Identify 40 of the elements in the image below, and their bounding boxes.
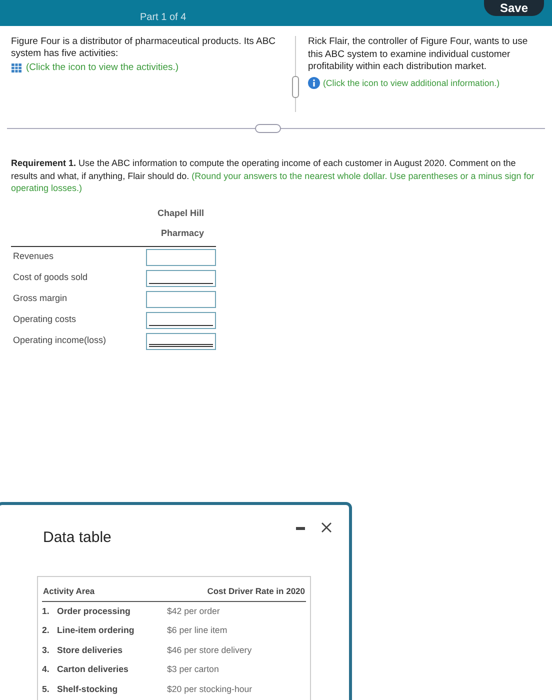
activity-name: Store deliveries	[57, 644, 124, 657]
part-indicator: Part 1 of 4	[140, 12, 186, 24]
cost-driver-rate: $42 per order	[167, 604, 220, 618]
requirement-text: Requirement 1. Use the ABC information to compute the operating income of each customer in August 2020. Comment on the results and what, if anything, Flair should do. (Round your answers to the nearest whole dollar. Use parentheses or a minus sign for operating losses.)	[11, 157, 536, 194]
row-number: 1.	[42, 604, 50, 618]
close-icon[interactable]	[321, 522, 332, 533]
pane-resize-handle[interactable]	[292, 76, 299, 98]
save-button[interactable]: Save	[484, 0, 544, 16]
column-header: Chapel Hill	[157, 206, 204, 220]
answer-box[interactable]	[146, 312, 216, 328]
row-label: Operating costs	[12, 313, 76, 326]
row-number: 3.	[42, 644, 50, 657]
dialog-title: Data table	[43, 528, 112, 548]
activity-name: Order processing	[57, 604, 132, 618]
answer-box[interactable]	[146, 270, 216, 286]
intro-text: Figure Four is a distributor of pharmaceutical products. Its ABC system has five activities:	[11, 36, 277, 60]
info-icon[interactable]	[308, 77, 320, 90]
column-header: Pharmacy	[160, 226, 204, 240]
table-icon[interactable]	[11, 63, 22, 74]
row-number: 5.	[42, 682, 50, 696]
row-label: Operating income(loss)	[12, 334, 106, 348]
activities-link[interactable]: (Click the icon to view the activities.)	[26, 61, 179, 76]
answer-box[interactable]	[146, 332, 216, 350]
row-label: Gross margin	[12, 292, 68, 306]
row-label: Revenues	[12, 250, 54, 264]
row-number: 2.	[42, 624, 50, 638]
cost-driver-rate: $3 per carton	[167, 663, 219, 676]
activity-name: Shelf-stocking	[57, 682, 119, 696]
section-resize-handle[interactable]	[255, 124, 281, 133]
cost-driver-rate: $46 per store delivery	[167, 644, 252, 657]
column-header: Cost Driver Rate in 2020	[207, 585, 305, 598]
row-label: Cost of goods sold	[12, 271, 88, 284]
cost-driver-rate: $6 per line item	[167, 624, 228, 638]
activity-name: Carton deliveries	[57, 663, 130, 676]
info-link[interactable]: (Click the icon to view additional information.)	[323, 76, 500, 90]
column-header: Activity Area	[43, 585, 95, 598]
cost-driver-rate: $20 per stocking-hour	[167, 682, 252, 696]
row-number: 4.	[42, 663, 50, 676]
controller-text: Rick Flair, the controller of Figure Four, wants to use this ABC system to examine individual customer profitability within each distribution market.	[308, 36, 529, 74]
activity-name: Line-item ordering	[57, 624, 136, 638]
